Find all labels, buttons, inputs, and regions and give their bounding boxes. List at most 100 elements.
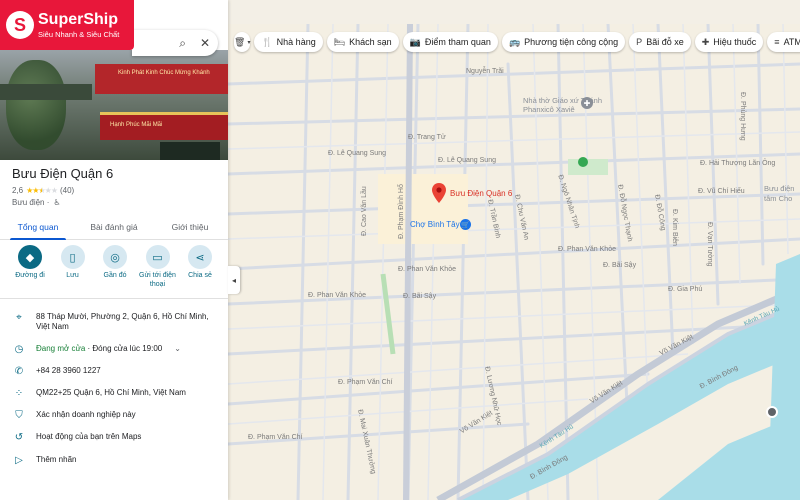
search-icon[interactable]: ⌕ (179, 36, 186, 51)
caret-down-icon: ▾ (247, 39, 251, 46)
save-button[interactable]: ▯ Lưu (53, 245, 93, 290)
hours-text: Đang mở cửa · Đóng cửa lúc 19:00 ⌄ (36, 344, 216, 354)
rating-row: 2,6 ★★★★★★ (40) (12, 186, 74, 195)
street-phung-hung: Đ. Phùng Hưng (739, 92, 746, 141)
send-to-phone-button[interactable]: ▭ Gửi tới điện thoại (138, 245, 178, 290)
share-label: Chia sẻ (188, 272, 212, 279)
atm-icon: ≡ (774, 37, 780, 47)
add-label-row[interactable]: ▷ Thêm nhãn (0, 455, 228, 466)
phone-text: +84 28 3960 1227 (36, 366, 101, 375)
section-divider (0, 298, 228, 299)
street-bai-say-2: Đ. Bãi Sậy (603, 262, 637, 269)
address-row[interactable]: ⌖ 88 Tháp Mười, Phường 2, Quận 6, Hồ Chí… (0, 312, 228, 333)
street-cao-van-lau: Đ. Cao Văn Lầu (361, 186, 368, 236)
poi-right-edge: Bưu điện tâm Cho (764, 184, 795, 203)
chip-parking[interactable]: P Bãi đỗ xe (629, 32, 691, 52)
tab-about[interactable]: Giới thiệu (152, 214, 228, 239)
chip-hotel[interactable]: 🛏 Khách sạn (326, 32, 399, 52)
phone-row[interactable]: ✆ +84 28 3960 1227 (0, 366, 228, 377)
street-phan-van-khoe-1: Đ. Phan Văn Khỏe (308, 292, 366, 299)
street-vu-chi-hieu: Đ. Vũ Chí Hiếu (698, 188, 745, 195)
brand-name: SuperShip (38, 10, 119, 28)
trash-bin-icon: 🗑 (234, 36, 246, 47)
review-count[interactable]: (40) (60, 186, 74, 195)
bookmark-icon: ▯ (60, 245, 85, 269)
shopping-cart-icon[interactable]: 🛒 (460, 219, 471, 230)
shop-sign-top (95, 64, 228, 94)
hours-open-status: Đang mở cửa (36, 344, 86, 353)
plus-code-text: QM22+25 Quận 6, Hồ Chí Minh, Việt Nam (36, 388, 186, 397)
map-canvas[interactable]: Nguyễn Trãi Đ. Trang Tử Đ. Lê Quang Sung… (228, 24, 800, 500)
street-le-quang-sung-west: Đ. Lê Quang Sung (328, 150, 386, 157)
street-trang-tu: Đ. Trang Tử (408, 134, 446, 141)
street-pham-van-chi-1: Đ. Phạm Văn Chí (338, 379, 393, 386)
search-box[interactable]: ⌕ ✕ (132, 30, 218, 56)
plus-code-row[interactable]: ⁘ QM22+25 Quận 6, Hồ Chí Minh, Việt Nam (0, 388, 228, 399)
chip-label: Phương tiện công cộng (524, 37, 619, 47)
church-label: Nhà thờ Giáo xứ Thánh Phanxicô Xaviê (523, 96, 603, 114)
verify-business-row[interactable]: ⛉ Xác nhận doanh nghiệp này (0, 410, 228, 421)
directions-icon: ◆ (18, 245, 42, 269)
plus-code-icon: ⁘ (14, 388, 24, 399)
church-icon[interactable]: ✚ (581, 97, 593, 109)
map-layers-chip[interactable]: 🗑 ▾ (234, 32, 251, 52)
brand-tagline: Siêu Nhanh & Siêu Chất (38, 29, 120, 39)
street-van-tuong: Đ. Vạn Tường (706, 222, 713, 267)
street-pham-van-chi-2: Đ. Phạm Văn Chí (248, 434, 303, 441)
chevron-left-icon: ◂ (231, 275, 236, 285)
tab-overview[interactable]: Tổng quan (0, 214, 76, 240)
location-pin-icon[interactable] (432, 183, 446, 203)
chip-atm[interactable]: ≡ ATM (767, 32, 800, 52)
label-icon: ▷ (15, 455, 23, 466)
verify-business-text: Xác nhận doanh nghiệp này (36, 410, 136, 419)
save-label: Lưu (66, 272, 79, 279)
chip-label: Điểm tham quan (424, 37, 491, 47)
tree-image (6, 60, 66, 150)
hotel-icon: 🛏 (333, 36, 346, 47)
collapse-panel-button[interactable]: ◂ (228, 266, 240, 294)
parking-icon: P (636, 37, 643, 47)
clock-icon: ◷ (14, 344, 24, 355)
hours-row[interactable]: ◷ Đang mở cửa · Đóng cửa lúc 19:00 ⌄ (0, 344, 228, 355)
map-drawing (228, 24, 800, 500)
street-phan-van-khoe-3: Đ. Phan Văn Khỏe (558, 246, 616, 253)
directions-button[interactable]: ◆ Đường đi (10, 245, 50, 290)
camera-icon: 📷 (409, 36, 421, 47)
chip-label: ATM (783, 37, 800, 47)
shop-awning (0, 84, 92, 100)
chip-camera[interactable]: 📷 Điểm tham quan (402, 32, 498, 52)
close-icon[interactable]: ✕ (200, 36, 210, 50)
place-title: Bưu Điện Quận 6 (12, 166, 114, 181)
tab-reviews[interactable]: Bài đánh giá (76, 214, 152, 239)
shop-sign-text-2: Hạnh Phúc Mãi Mãi (110, 122, 163, 128)
accessibility-icon: ♿ (53, 198, 61, 207)
maps-activity-row[interactable]: ↺ Hoạt động của bạn trên Maps (0, 432, 228, 443)
street-nguyen-trai: Nguyễn Trãi (466, 68, 504, 75)
chip-transit[interactable]: 🚌 Phương tiện công cộng (501, 32, 626, 52)
shop-sign-text: Kinh Phát Kinh Chúc Mừng Khánh (118, 70, 210, 76)
add-label-text: Thêm nhãn (36, 455, 77, 464)
chevron-down-icon[interactable]: ⌄ (174, 344, 181, 353)
market-label[interactable]: Chợ Bình Tây (410, 221, 460, 229)
place-photo[interactable]: Kinh Phát Kinh Chúc Mừng Khánh Hạnh Phúc… (0, 50, 228, 160)
maps-activity-text: Hoạt động của bạn trên Maps (36, 432, 142, 441)
brand-logo-text: SuperShip Siêu Nhanh & Siêu Chất (38, 10, 120, 39)
place-details-panel: Kinh Phát Kinh Chúc Mừng Khánh Hạnh Phúc… (0, 0, 228, 500)
address-text: 88 Tháp Mười, Phường 2, Quận 6, Hồ Chí M… (36, 312, 209, 332)
category-chip-bar: 🗑 ▾ 🍴 Nhà hàng 🛏 Khách sạn 📷 Điểm tham quan 🚌 P… (228, 28, 800, 56)
restaurant-icon: 🍴 (261, 36, 273, 47)
share-button[interactable]: ⋖ Chia sẻ (180, 245, 220, 290)
place-category[interactable]: Bưu điện · (12, 198, 49, 207)
history-icon: ↺ (14, 432, 24, 443)
share-icon: ⋖ (188, 245, 212, 269)
nearby-button[interactable]: ◎ Gần đó (95, 245, 135, 290)
chip-pharmacy[interactable]: ✚ Hiệu thuốc (694, 32, 764, 52)
street-pham-dinh-ho: Đ. Phạm Đình Hổ (398, 184, 405, 239)
street-hai-thuong: Đ. Hải Thượng Lãn Ông (700, 160, 776, 167)
phone-send-icon: ▭ (145, 245, 170, 269)
pin-label[interactable]: Bưu Điện Quận 6 (450, 190, 512, 198)
chip-restaurant[interactable]: 🍴 Nhà hàng (254, 32, 323, 52)
park-icon (578, 157, 588, 167)
brand-logo-mark: S (6, 11, 34, 39)
place-dot-icon[interactable] (766, 406, 778, 418)
